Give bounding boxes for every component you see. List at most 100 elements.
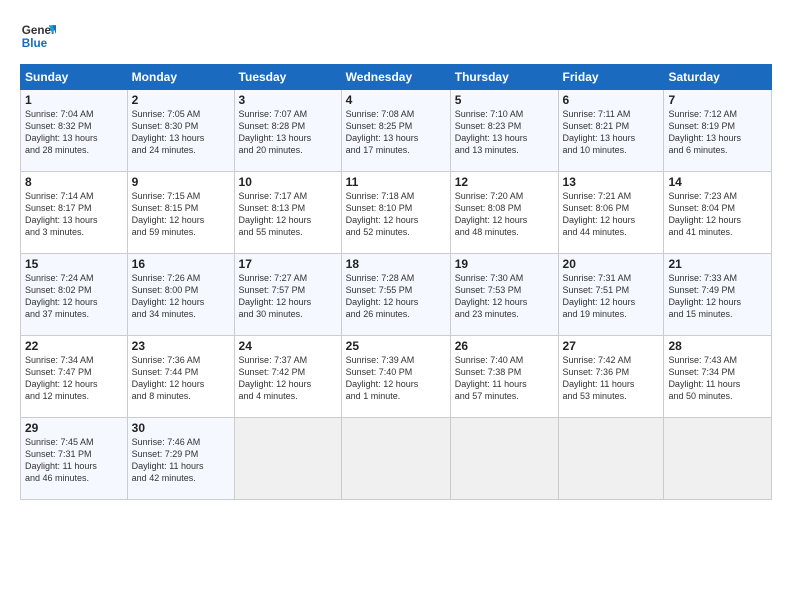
day-info: Sunrise: 7:27 AM Sunset: 7:57 PM Dayligh…: [239, 272, 337, 321]
svg-text:Blue: Blue: [22, 37, 48, 50]
day-number: 19: [455, 257, 554, 271]
day-cell: 4Sunrise: 7:08 AM Sunset: 8:25 PM Daylig…: [341, 90, 450, 172]
day-info: Sunrise: 7:08 AM Sunset: 8:25 PM Dayligh…: [346, 108, 446, 157]
day-number: 20: [563, 257, 660, 271]
day-info: Sunrise: 7:17 AM Sunset: 8:13 PM Dayligh…: [239, 190, 337, 239]
day-info: Sunrise: 7:20 AM Sunset: 8:08 PM Dayligh…: [455, 190, 554, 239]
weekday-header-wednesday: Wednesday: [341, 65, 450, 90]
day-info: Sunrise: 7:31 AM Sunset: 7:51 PM Dayligh…: [563, 272, 660, 321]
day-info: Sunrise: 7:46 AM Sunset: 7:29 PM Dayligh…: [132, 436, 230, 485]
day-number: 12: [455, 175, 554, 189]
day-cell: [664, 418, 772, 500]
day-number: 1: [25, 93, 123, 107]
day-cell: 11Sunrise: 7:18 AM Sunset: 8:10 PM Dayli…: [341, 172, 450, 254]
day-info: Sunrise: 7:18 AM Sunset: 8:10 PM Dayligh…: [346, 190, 446, 239]
logo: General Blue: [20, 18, 56, 54]
day-cell: [234, 418, 341, 500]
day-cell: 29Sunrise: 7:45 AM Sunset: 7:31 PM Dayli…: [21, 418, 128, 500]
week-row-2: 8Sunrise: 7:14 AM Sunset: 8:17 PM Daylig…: [21, 172, 772, 254]
day-info: Sunrise: 7:10 AM Sunset: 8:23 PM Dayligh…: [455, 108, 554, 157]
day-cell: 19Sunrise: 7:30 AM Sunset: 7:53 PM Dayli…: [450, 254, 558, 336]
day-number: 26: [455, 339, 554, 353]
day-info: Sunrise: 7:28 AM Sunset: 7:55 PM Dayligh…: [346, 272, 446, 321]
day-cell: 7Sunrise: 7:12 AM Sunset: 8:19 PM Daylig…: [664, 90, 772, 172]
day-cell: 2Sunrise: 7:05 AM Sunset: 8:30 PM Daylig…: [127, 90, 234, 172]
day-cell: 22Sunrise: 7:34 AM Sunset: 7:47 PM Dayli…: [21, 336, 128, 418]
day-info: Sunrise: 7:26 AM Sunset: 8:00 PM Dayligh…: [132, 272, 230, 321]
calendar-table: SundayMondayTuesdayWednesdayThursdayFrid…: [20, 64, 772, 500]
weekday-header-sunday: Sunday: [21, 65, 128, 90]
day-number: 10: [239, 175, 337, 189]
day-number: 29: [25, 421, 123, 435]
day-number: 18: [346, 257, 446, 271]
day-cell: 21Sunrise: 7:33 AM Sunset: 7:49 PM Dayli…: [664, 254, 772, 336]
day-cell: 13Sunrise: 7:21 AM Sunset: 8:06 PM Dayli…: [558, 172, 664, 254]
day-cell: 8Sunrise: 7:14 AM Sunset: 8:17 PM Daylig…: [21, 172, 128, 254]
day-info: Sunrise: 7:36 AM Sunset: 7:44 PM Dayligh…: [132, 354, 230, 403]
day-number: 15: [25, 257, 123, 271]
day-number: 30: [132, 421, 230, 435]
day-info: Sunrise: 7:07 AM Sunset: 8:28 PM Dayligh…: [239, 108, 337, 157]
day-number: 11: [346, 175, 446, 189]
day-number: 23: [132, 339, 230, 353]
day-number: 13: [563, 175, 660, 189]
day-info: Sunrise: 7:23 AM Sunset: 8:04 PM Dayligh…: [668, 190, 767, 239]
day-cell: 3Sunrise: 7:07 AM Sunset: 8:28 PM Daylig…: [234, 90, 341, 172]
day-info: Sunrise: 7:05 AM Sunset: 8:30 PM Dayligh…: [132, 108, 230, 157]
day-info: Sunrise: 7:43 AM Sunset: 7:34 PM Dayligh…: [668, 354, 767, 403]
day-info: Sunrise: 7:34 AM Sunset: 7:47 PM Dayligh…: [25, 354, 123, 403]
day-info: Sunrise: 7:39 AM Sunset: 7:40 PM Dayligh…: [346, 354, 446, 403]
day-number: 6: [563, 93, 660, 107]
day-number: 4: [346, 93, 446, 107]
day-cell: 16Sunrise: 7:26 AM Sunset: 8:00 PM Dayli…: [127, 254, 234, 336]
day-cell: 28Sunrise: 7:43 AM Sunset: 7:34 PM Dayli…: [664, 336, 772, 418]
day-info: Sunrise: 7:14 AM Sunset: 8:17 PM Dayligh…: [25, 190, 123, 239]
day-number: 2: [132, 93, 230, 107]
day-cell: [558, 418, 664, 500]
day-number: 16: [132, 257, 230, 271]
day-number: 8: [25, 175, 123, 189]
day-cell: 10Sunrise: 7:17 AM Sunset: 8:13 PM Dayli…: [234, 172, 341, 254]
day-cell: 17Sunrise: 7:27 AM Sunset: 7:57 PM Dayli…: [234, 254, 341, 336]
day-cell: 30Sunrise: 7:46 AM Sunset: 7:29 PM Dayli…: [127, 418, 234, 500]
day-cell: 9Sunrise: 7:15 AM Sunset: 8:15 PM Daylig…: [127, 172, 234, 254]
day-info: Sunrise: 7:21 AM Sunset: 8:06 PM Dayligh…: [563, 190, 660, 239]
day-cell: 25Sunrise: 7:39 AM Sunset: 7:40 PM Dayli…: [341, 336, 450, 418]
day-number: 22: [25, 339, 123, 353]
day-cell: 14Sunrise: 7:23 AM Sunset: 8:04 PM Dayli…: [664, 172, 772, 254]
day-cell: 18Sunrise: 7:28 AM Sunset: 7:55 PM Dayli…: [341, 254, 450, 336]
day-info: Sunrise: 7:42 AM Sunset: 7:36 PM Dayligh…: [563, 354, 660, 403]
day-cell: 5Sunrise: 7:10 AM Sunset: 8:23 PM Daylig…: [450, 90, 558, 172]
day-cell: 15Sunrise: 7:24 AM Sunset: 8:02 PM Dayli…: [21, 254, 128, 336]
weekday-header-monday: Monday: [127, 65, 234, 90]
logo-icon: General Blue: [20, 18, 56, 54]
day-number: 5: [455, 93, 554, 107]
page: General Blue SundayMondayTuesdayWednesda…: [0, 0, 792, 612]
day-cell: 26Sunrise: 7:40 AM Sunset: 7:38 PM Dayli…: [450, 336, 558, 418]
weekday-header-thursday: Thursday: [450, 65, 558, 90]
day-info: Sunrise: 7:37 AM Sunset: 7:42 PM Dayligh…: [239, 354, 337, 403]
day-info: Sunrise: 7:40 AM Sunset: 7:38 PM Dayligh…: [455, 354, 554, 403]
header: General Blue: [20, 18, 772, 54]
day-cell: 23Sunrise: 7:36 AM Sunset: 7:44 PM Dayli…: [127, 336, 234, 418]
day-cell: 24Sunrise: 7:37 AM Sunset: 7:42 PM Dayli…: [234, 336, 341, 418]
week-row-4: 22Sunrise: 7:34 AM Sunset: 7:47 PM Dayli…: [21, 336, 772, 418]
day-number: 14: [668, 175, 767, 189]
day-cell: 12Sunrise: 7:20 AM Sunset: 8:08 PM Dayli…: [450, 172, 558, 254]
week-row-1: 1Sunrise: 7:04 AM Sunset: 8:32 PM Daylig…: [21, 90, 772, 172]
day-number: 25: [346, 339, 446, 353]
day-number: 27: [563, 339, 660, 353]
day-cell: 20Sunrise: 7:31 AM Sunset: 7:51 PM Dayli…: [558, 254, 664, 336]
week-row-5: 29Sunrise: 7:45 AM Sunset: 7:31 PM Dayli…: [21, 418, 772, 500]
day-cell: 27Sunrise: 7:42 AM Sunset: 7:36 PM Dayli…: [558, 336, 664, 418]
day-number: 24: [239, 339, 337, 353]
day-number: 7: [668, 93, 767, 107]
weekday-header-row: SundayMondayTuesdayWednesdayThursdayFrid…: [21, 65, 772, 90]
day-info: Sunrise: 7:15 AM Sunset: 8:15 PM Dayligh…: [132, 190, 230, 239]
day-number: 17: [239, 257, 337, 271]
day-number: 3: [239, 93, 337, 107]
day-info: Sunrise: 7:30 AM Sunset: 7:53 PM Dayligh…: [455, 272, 554, 321]
day-info: Sunrise: 7:04 AM Sunset: 8:32 PM Dayligh…: [25, 108, 123, 157]
day-number: 9: [132, 175, 230, 189]
day-info: Sunrise: 7:11 AM Sunset: 8:21 PM Dayligh…: [563, 108, 660, 157]
